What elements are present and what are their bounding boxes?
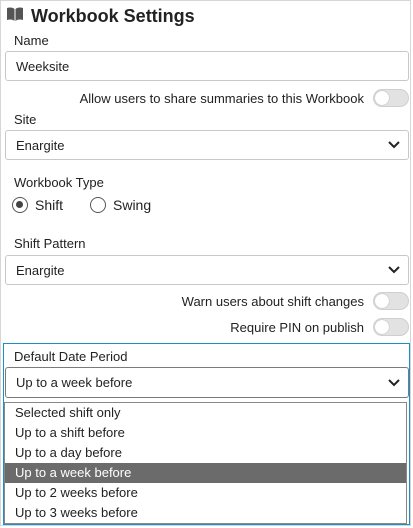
shift-pattern-select[interactable]: Enargite: [5, 255, 409, 285]
require-pin-toggle-row: Require PIN on publish: [230, 318, 409, 336]
panel-header: Workbook Settings: [6, 5, 195, 27]
option-up-to-2-weeks-before[interactable]: Up to 2 weeks before: [5, 483, 406, 503]
radio-shift-circle[interactable]: [12, 197, 28, 213]
book-icon: [6, 6, 24, 27]
shift-pattern-label: Shift Pattern: [14, 236, 86, 251]
toggle-knob: [375, 91, 389, 105]
share-summaries-label: Allow users to share summaries to this W…: [79, 90, 364, 106]
toggle-knob: [375, 320, 389, 334]
site-label: Site: [14, 112, 37, 127]
option-up-to-a-day-before[interactable]: Up to a day before: [5, 443, 406, 463]
toggle-knob: [375, 294, 389, 308]
default-date-period-label: Default Date Period: [14, 349, 128, 364]
share-summaries-toggle-row: Allow users to share summaries to this W…: [80, 89, 409, 107]
require-pin-label: Require PIN on publish: [230, 319, 364, 335]
page-title: Workbook Settings: [31, 5, 195, 26]
option-up-to-a-week-before[interactable]: Up to a week before: [5, 463, 406, 483]
radio-swing[interactable]: Swing: [90, 197, 151, 213]
option-up-to-a-shift-before[interactable]: Up to a shift before: [5, 423, 406, 443]
chevron-down-icon: [388, 266, 400, 274]
option-selected-shift-only[interactable]: Selected shift only: [5, 403, 406, 423]
name-field[interactable]: Weeksite: [5, 51, 409, 81]
share-summaries-toggle[interactable]: [373, 89, 409, 107]
radio-shift[interactable]: Shift: [12, 197, 63, 213]
shift-pattern-selected-value: Enargite: [16, 262, 65, 278]
chevron-down-icon: [388, 378, 400, 386]
default-date-period-selected-value: Up to a week before: [16, 375, 133, 390]
radio-swing-label: Swing: [113, 197, 152, 213]
site-select[interactable]: Enargite: [5, 130, 409, 160]
warn-shift-changes-toggle-row: Warn users about shift changes: [182, 292, 409, 310]
warn-shift-changes-label: Warn users about shift changes: [181, 293, 364, 309]
default-date-period-options: Selected shift only Up to a shift before…: [4, 402, 407, 524]
workbook-type-label: Workbook Type: [14, 175, 104, 190]
site-selected-value: Enargite: [16, 137, 65, 153]
require-pin-toggle[interactable]: [373, 318, 409, 336]
warn-shift-changes-toggle[interactable]: [373, 292, 409, 310]
radio-shift-label: Shift: [35, 197, 64, 213]
name-label: Name: [14, 33, 49, 48]
name-value: Weeksite: [16, 58, 70, 74]
default-date-period-select[interactable]: Up to a week before: [5, 367, 409, 398]
radio-swing-circle[interactable]: [90, 197, 106, 213]
option-up-to-3-weeks-before[interactable]: Up to 3 weeks before: [5, 503, 406, 523]
chevron-down-icon: [388, 141, 400, 149]
